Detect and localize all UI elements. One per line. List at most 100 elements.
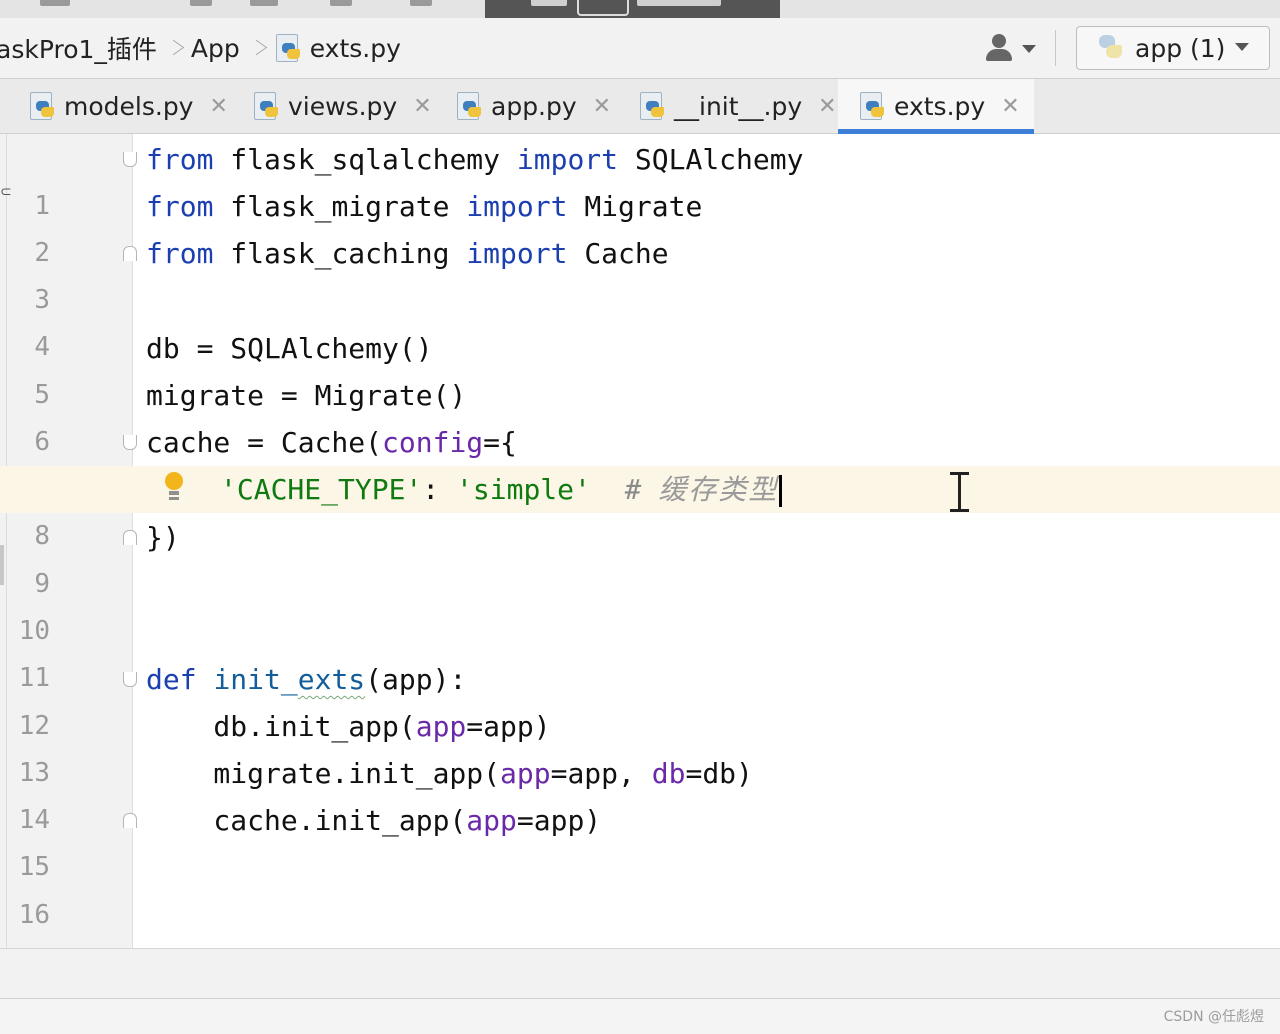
- string-literal: 'CACHE_TYPE': [220, 473, 423, 506]
- function-name: exts: [297, 663, 366, 696]
- code-line[interactable]: 9 }): [0, 514, 1280, 599]
- breadcrumb-file-label: exts.py: [309, 33, 401, 63]
- user-menu-button[interactable]: [984, 32, 1042, 66]
- status-bar: CSDN @任彪煜: [0, 998, 1280, 1034]
- code-editor[interactable]: 1 from flask_sqlalchemy import SQLAlchem…: [0, 134, 1280, 948]
- python-file-icon: [455, 92, 483, 120]
- keyword: import: [466, 237, 568, 270]
- close-icon[interactable]: ✕: [593, 94, 611, 119]
- menu-stub: [40, 0, 70, 6]
- tab-label: views.py: [288, 91, 398, 121]
- close-icon[interactable]: ✕: [413, 94, 431, 119]
- code-text: cache.init_app(app=app): [146, 797, 601, 844]
- python-file-icon: [858, 92, 886, 120]
- string-literal: 'simple': [456, 473, 591, 506]
- code-line-current[interactable]: 8 'CACHE_TYPE': 'simple' # 缓存类型: [0, 466, 1280, 551]
- code-line[interactable]: 1 from flask_sqlalchemy import SQLAlchem…: [0, 136, 1280, 221]
- tab-label: models.py: [64, 91, 194, 121]
- close-icon[interactable]: ✕: [1001, 94, 1019, 119]
- close-icon[interactable]: ✕: [818, 94, 836, 119]
- keyword: import: [516, 143, 619, 176]
- code-text: migrate.init_app(app=app, db=db): [146, 750, 753, 797]
- code-line[interactable]: 4: [0, 277, 1280, 362]
- code-line[interactable]: 2 from flask_migrate import Migrate: [0, 183, 1280, 268]
- code-text: cache = Cache(config={: [146, 419, 517, 466]
- fold-marker-icon[interactable]: [123, 246, 137, 261]
- code-line[interactable]: 11: [0, 608, 1280, 693]
- scrollbar-thumb[interactable]: [0, 545, 4, 585]
- code-line[interactable]: 3 from flask_caching import Cache: [0, 230, 1280, 315]
- tab-label: __init__.py: [674, 91, 803, 121]
- keyword: def: [146, 663, 197, 696]
- code-text: }): [146, 521, 180, 554]
- comment-text: 缓存类型: [658, 473, 779, 506]
- code-line[interactable]: 17: [0, 892, 1280, 948]
- identifier: =db): [685, 757, 753, 790]
- sidebar-edge-glyph: ⊂: [0, 184, 12, 200]
- operator: :: [422, 473, 457, 506]
- tab-models-py[interactable]: models.py ✕: [28, 79, 228, 133]
- code-line[interactable]: 10: [0, 561, 1280, 646]
- keycap-icon: [577, 0, 629, 16]
- editor-tab-bar: models.py ✕ views.py ✕ app.py ✕ __init__…: [0, 79, 1280, 134]
- watermark: CSDN @任彪煜: [1163, 1009, 1264, 1025]
- code-line[interactable]: 13 db.init_app(app=app): [0, 703, 1280, 788]
- toolbar-divider: [1055, 30, 1056, 66]
- code-line[interactable]: 12 def init_exts(app):: [0, 656, 1280, 741]
- comment-marker: #: [590, 473, 659, 506]
- code-line[interactable]: 7 cache = Cache(config={: [0, 419, 1280, 504]
- identifier: flask_caching: [213, 237, 467, 270]
- identifier: cache = Cache(: [146, 426, 383, 459]
- identifier: db.init_app(: [146, 710, 416, 743]
- keyword: from: [146, 237, 214, 270]
- code-text: 'CACHE_TYPE': 'simple' # 缓存类型: [220, 466, 783, 513]
- code-line[interactable]: 15 cache.init_app(app=app): [0, 797, 1280, 882]
- named-argument: config: [382, 426, 484, 459]
- identifier: Cache: [567, 237, 669, 270]
- code-text: db = SQLAlchemy(): [146, 332, 433, 365]
- tab-init-py[interactable]: __init__.py ✕: [638, 79, 837, 133]
- breadcrumb-project[interactable]: askPro1_插件: [0, 30, 157, 66]
- python-file-icon: [274, 34, 302, 62]
- chevron-down-icon: [1022, 45, 1036, 53]
- chevron-right-icon: [250, 35, 264, 61]
- code-text: def init_exts(app):: [146, 656, 466, 703]
- operator: ={: [483, 426, 517, 459]
- fold-marker-icon[interactable]: [123, 672, 137, 687]
- code-line[interactable]: 5 db = SQLAlchemy(): [0, 325, 1280, 410]
- chevron-right-icon: [167, 35, 181, 61]
- named-argument: app: [466, 804, 517, 837]
- run-configuration-selector[interactable]: app (1): [1076, 26, 1270, 70]
- fold-marker-icon[interactable]: [123, 435, 137, 450]
- function-name: init: [213, 663, 281, 696]
- identifier: flask_sqlalchemy: [213, 143, 517, 176]
- tab-views-py[interactable]: views.py ✕: [252, 79, 432, 133]
- python-file-icon: [252, 92, 280, 120]
- identifier: migrate.init_app(: [146, 757, 501, 790]
- code-line[interactable]: 14 migrate.init_app(app=app, db=db): [0, 750, 1280, 835]
- parameters: (app):: [365, 663, 467, 696]
- tab-exts-py[interactable]: exts.py ✕: [838, 79, 1034, 134]
- breadcrumb-file[interactable]: exts.py: [274, 34, 401, 63]
- fold-marker-icon[interactable]: [123, 813, 137, 828]
- chevron-down-icon: [1235, 43, 1249, 51]
- close-icon[interactable]: ✕: [209, 94, 227, 119]
- code-line[interactable]: 16: [0, 845, 1280, 930]
- tab-app-py[interactable]: app.py ✕: [455, 79, 611, 133]
- python-icon: [1097, 33, 1125, 61]
- navigation-bar: askPro1_插件 App exts.py app (1): [0, 18, 1280, 79]
- breadcrumb-folder[interactable]: App: [191, 34, 240, 63]
- code-line[interactable]: 6 migrate = Migrate(): [0, 372, 1280, 457]
- python-file-icon: [638, 92, 666, 120]
- code-text: from flask_sqlalchemy import SQLAlchemy: [146, 136, 803, 183]
- fold-marker-icon[interactable]: [123, 152, 137, 167]
- breadcrumb: askPro1_插件 App exts.py: [0, 18, 401, 78]
- menu-stub: [330, 0, 352, 6]
- keyword: from: [146, 143, 214, 176]
- code-text: migrate = Migrate(): [146, 379, 467, 412]
- text-cursor: [779, 475, 783, 507]
- run-configuration-label: app (1): [1135, 33, 1226, 63]
- named-argument: app: [415, 710, 467, 743]
- fold-marker-icon[interactable]: [123, 530, 137, 545]
- lightbulb-icon[interactable]: [163, 472, 185, 506]
